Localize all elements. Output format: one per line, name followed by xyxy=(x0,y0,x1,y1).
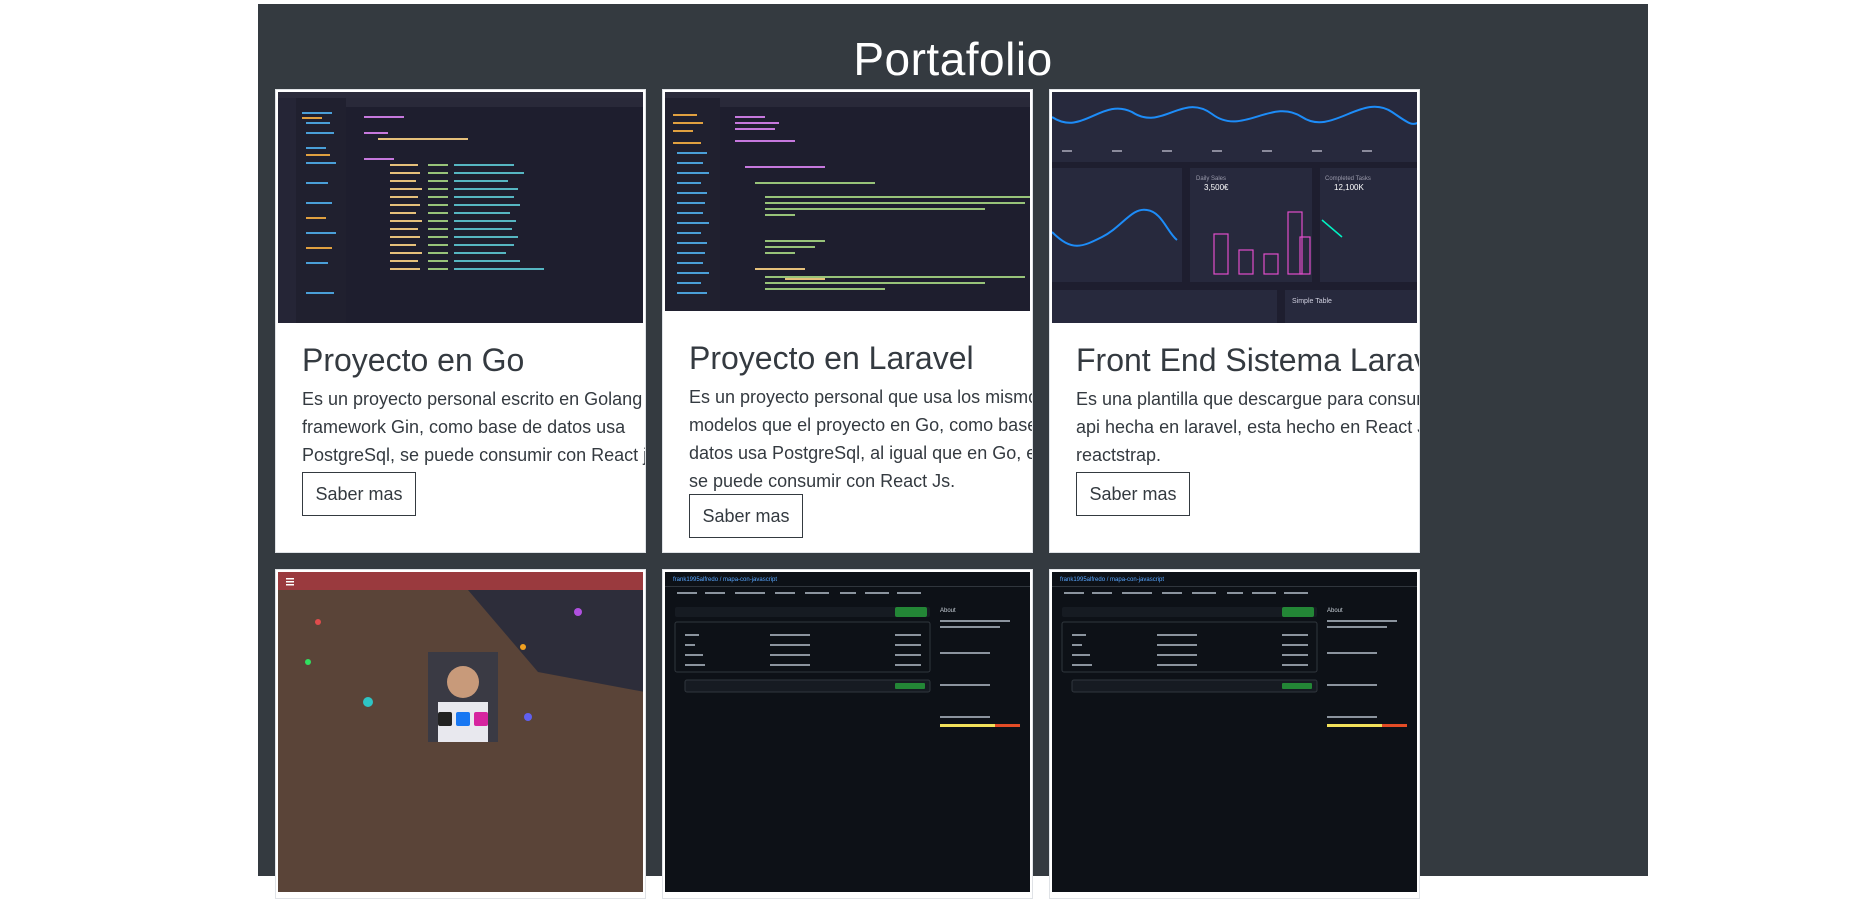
svg-text:Simple Table: Simple Table xyxy=(1292,298,1332,305)
project-screenshot-laravel xyxy=(665,92,1030,311)
portfolio-card-laravel: Proyecto en Laravel Es un proyecto perso… xyxy=(662,89,1033,553)
svg-text:Daily Sales: Daily Sales xyxy=(1196,176,1226,182)
svg-text:3,500€: 3,500€ xyxy=(1204,183,1229,192)
card-description: Es una plantilla que descargue para cons… xyxy=(1076,389,1419,465)
section-title: Portafolio xyxy=(853,33,1053,85)
card-description: Es un proyecto personal que usa los mism… xyxy=(689,387,1033,491)
portfolio-card-github-repo-2: frank1995alfredo / mapa-con-javascript A… xyxy=(1049,569,1420,899)
project-screenshot-github-repo: frank1995alfredo / mapa-con-javascript A… xyxy=(1052,572,1417,892)
saber-mas-button[interactable]: Saber mas xyxy=(1076,472,1190,516)
saber-mas-button[interactable]: Saber mas xyxy=(689,494,803,538)
svg-text:Completed Tasks: Completed Tasks xyxy=(1325,176,1371,182)
portfolio-section: Portafolio Proyecto en Go Es un proyecto… xyxy=(258,4,1648,899)
svg-text:frank1995alfredo / mapa-con-ja: frank1995alfredo / mapa-con-javascript xyxy=(673,577,777,583)
portfolio-card-personal-site xyxy=(275,569,646,899)
project-screenshot-dashboard: Daily Sales 3,500€ Completed Tasks 12,10… xyxy=(1052,92,1417,323)
card-title: Proyecto en Go xyxy=(302,342,525,378)
svg-text:About: About xyxy=(1327,608,1343,614)
saber-mas-button[interactable]: Saber mas xyxy=(302,472,416,516)
portfolio-card-github-repo-1: frank1995alfredo / mapa-con-javascript A… xyxy=(662,569,1033,899)
project-screenshot-go xyxy=(278,92,643,323)
menu-icon xyxy=(286,578,294,586)
card-title: Proyecto en Laravel xyxy=(689,340,974,376)
portfolio-card-go: Proyecto en Go Es un proyecto personal e… xyxy=(275,89,646,553)
card-title: Front End Sistema Laravel xyxy=(1076,342,1420,378)
portfolio-card-frontend: Daily Sales 3,500€ Completed Tasks 12,10… xyxy=(1049,89,1420,553)
svg-text:12,100K: 12,100K xyxy=(1334,183,1364,192)
svg-text:About: About xyxy=(940,608,956,614)
card-description: Es un proyecto personal escrito en Golan… xyxy=(302,389,645,465)
project-screenshot-github-repo: frank1995alfredo / mapa-con-javascript A… xyxy=(665,572,1030,892)
project-screenshot-personal-site xyxy=(278,572,643,892)
svg-text:frank1995alfredo / mapa-con-ja: frank1995alfredo / mapa-con-javascript xyxy=(1060,577,1164,583)
